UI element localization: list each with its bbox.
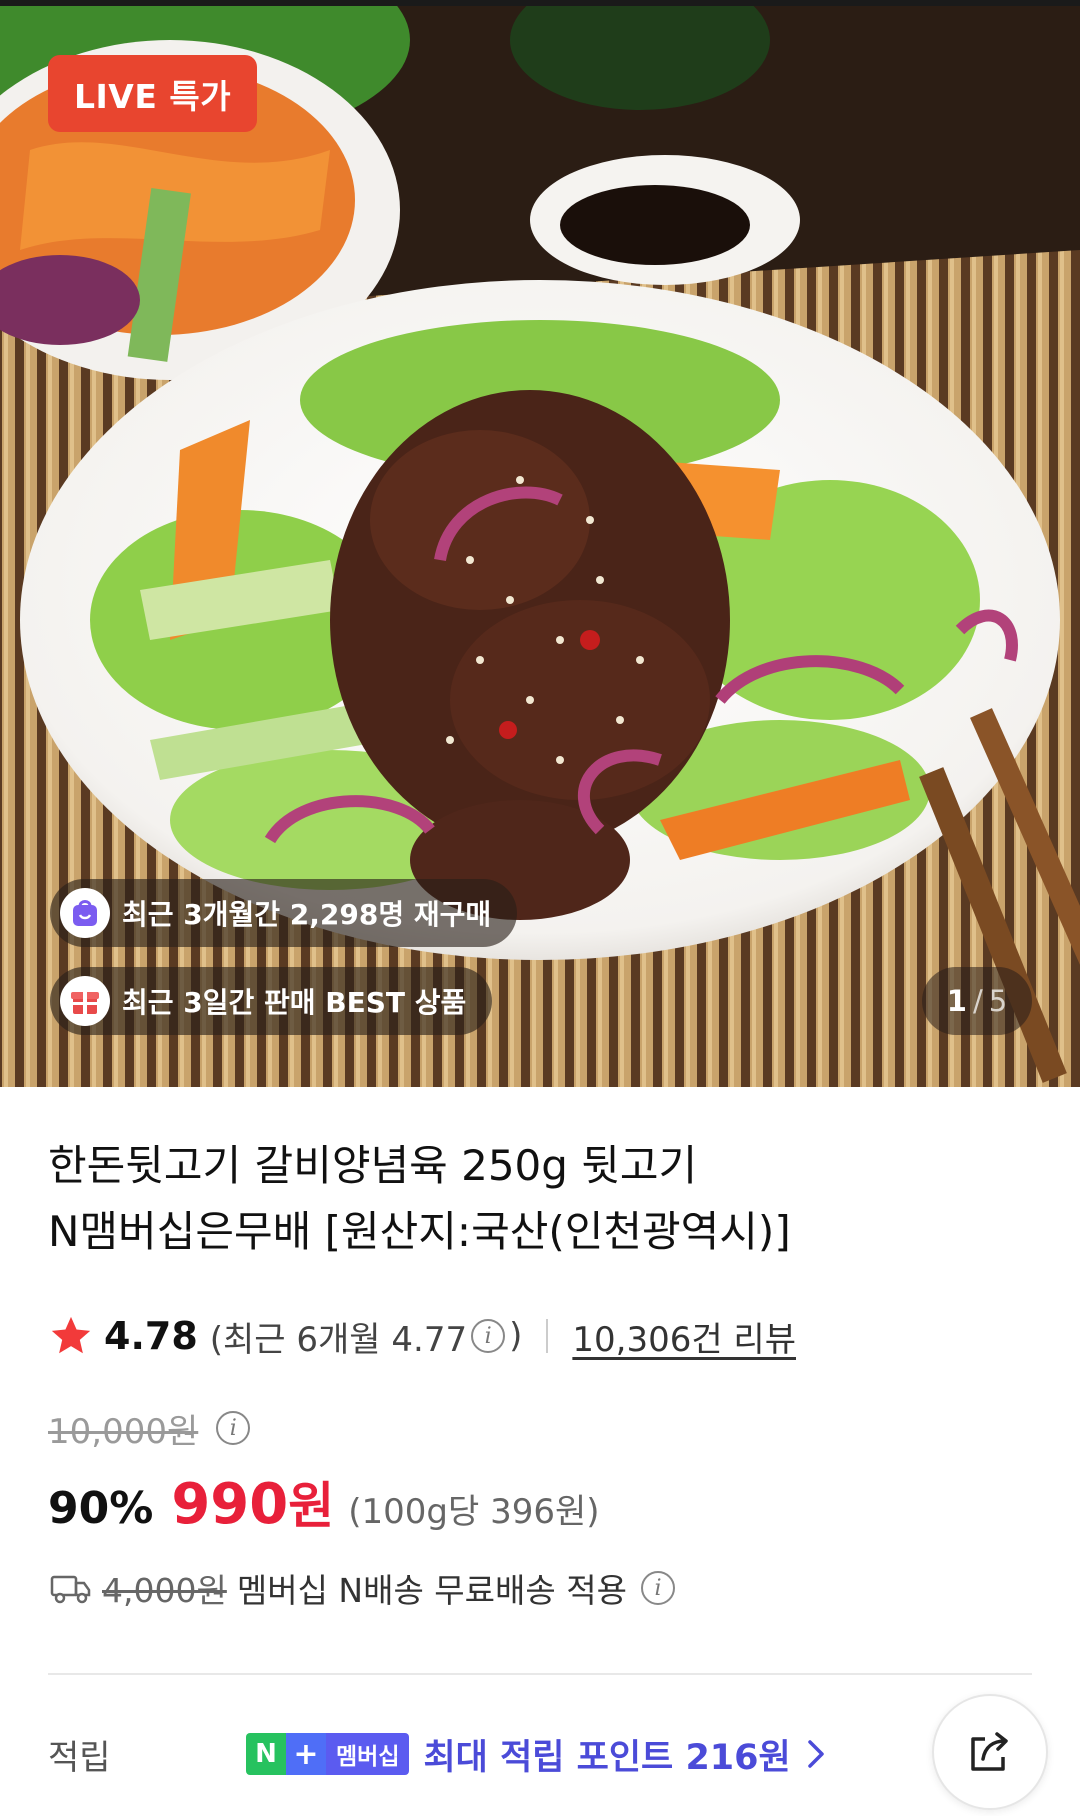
recent-rating: (최근 6개월 4.77 i ) — [210, 1312, 523, 1361]
rating-score: 4.78 — [104, 1314, 198, 1358]
product-image-carousel[interactable]: LIVE 특가 최근 3개월간 2,298명 재구매 최근 3일간 판매 BES… — [0, 0, 1080, 1087]
discount-rate: 90% — [48, 1483, 154, 1534]
recent-rating-text: (최근 6개월 4.77 — [209, 1319, 468, 1360]
live-deal-badge: LIVE 특가 — [48, 55, 258, 132]
status-bar-edge — [0, 0, 1080, 6]
sale-price-row: 90% 990 원 (100g당 396원) — [48, 1466, 600, 1540]
counter-separator: / — [972, 984, 983, 1018]
rating-row: 4.78 (최근 6개월 4.77 i ) 10,306건 리뷰 — [48, 1308, 1028, 1364]
nplus-n: N — [246, 1733, 286, 1775]
best-seller-text: 최근 3일간 판매 BEST 상품 — [122, 986, 467, 1019]
shipping-original-fee: 4,000원 — [102, 1571, 227, 1610]
shipping-text: 멤버십 N배송 무료배송 적용 — [236, 1571, 627, 1610]
repurchase-text: 최근 3개월간 2,298명 재구매 — [122, 898, 492, 931]
original-price: 10,000원 — [48, 1411, 199, 1452]
points-row[interactable]: 적립 N + 멤버십 최대 적립 포인트 216원 — [48, 1718, 948, 1790]
max-points-text: 최대 적립 포인트 216원 — [423, 1737, 791, 1778]
repurchase-bag-icon — [60, 888, 110, 938]
counter-current: 1 — [946, 984, 967, 1018]
image-counter: 1 / 5 — [922, 967, 1032, 1035]
star-icon — [51, 1316, 91, 1354]
info-icon[interactable]: i — [640, 1571, 675, 1605]
nplus-membership-badge: N + 멤버십 — [246, 1733, 410, 1775]
info-icon[interactable]: i — [216, 1411, 251, 1445]
recent-rating-close: ) — [509, 1316, 523, 1356]
share-button[interactable] — [932, 1694, 1048, 1810]
gift-box-icon — [60, 976, 110, 1026]
info-icon[interactable]: i — [471, 1319, 506, 1353]
section-divider — [48, 1673, 1032, 1675]
nplus-text: 멤버십 — [326, 1733, 410, 1775]
product-title: 한돈뒷고기 갈비양념육 250g 뒷고기 N맴버십은무배 [원산지:국산(인천광… — [48, 1133, 1008, 1265]
share-icon — [971, 1732, 1008, 1771]
product-title-line-1: 한돈뒷고기 갈비양념육 250g 뒷고기 — [48, 1141, 698, 1190]
repurchase-pill: 최근 3개월간 2,298명 재구매 — [50, 879, 518, 947]
review-count-link[interactable]: 10,306건 리뷰 — [572, 1312, 796, 1361]
sale-price: 990 — [171, 1472, 289, 1537]
best-seller-pill: 최근 3일간 판매 BEST 상품 — [50, 967, 493, 1035]
sale-price-unit: 원 — [288, 1477, 335, 1535]
points-label: 적립 — [48, 1737, 111, 1778]
unit-price: (100g당 396원) — [348, 1492, 600, 1532]
chevron-right-icon — [807, 1740, 824, 1768]
product-title-line-2: N맴버십은무배 [원산지:국산(인천광역시)] — [48, 1207, 791, 1256]
nplus-plus: + — [286, 1733, 326, 1775]
divider — [546, 1319, 549, 1353]
shipping-row: 4,000원 멤버십 N배송 무료배송 적용 i — [50, 1560, 679, 1616]
original-price-row: 10,000원 i — [48, 1400, 254, 1456]
counter-total: 5 — [988, 984, 1008, 1018]
truck-icon — [50, 1575, 91, 1604]
